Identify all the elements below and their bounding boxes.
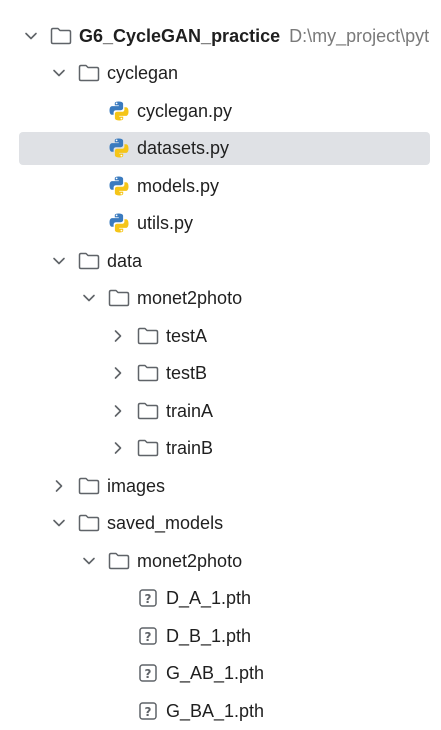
tree-row-folder[interactable]: cyclegan [0, 55, 441, 93]
chevron-down-icon[interactable] [48, 512, 70, 534]
project-tree: G6_CycleGAN_practice D:\my_project\pyt c… [0, 17, 441, 730]
chevron-down-icon[interactable] [48, 250, 70, 272]
tree-row-folder[interactable]: saved_models [0, 505, 441, 543]
tree-row-folder[interactable]: monet2photo [0, 542, 441, 580]
folder-icon [77, 475, 101, 497]
tree-row-file-selected[interactable]: datasets.py [0, 130, 441, 168]
svg-text:?: ? [145, 592, 152, 606]
tree-item-label: G_AB_1.pth [166, 663, 265, 684]
folder-icon [77, 512, 101, 534]
svg-text:?: ? [145, 630, 152, 644]
folder-icon [136, 437, 160, 459]
tree-item-label: testB [166, 363, 208, 384]
python-file-icon [107, 100, 131, 122]
tree-row-file[interactable]: ? G_AB_1.pth [0, 655, 441, 693]
project-root-path: D:\my_project\pyt [289, 25, 430, 46]
tree-item-label: trainA [166, 400, 214, 421]
folder-icon [77, 62, 101, 84]
tree-item-label: data [107, 250, 143, 271]
folder-icon [107, 287, 131, 309]
tree-row-file[interactable]: cyclegan.py [0, 92, 441, 130]
chevron-down-icon[interactable] [20, 25, 42, 47]
unknown-file-icon: ? [136, 700, 160, 722]
tree-row-folder[interactable]: data [0, 242, 441, 280]
folder-icon [77, 250, 101, 272]
folder-icon [136, 362, 160, 384]
unknown-file-icon: ? [136, 587, 160, 609]
tree-row-file[interactable]: models.py [0, 167, 441, 205]
tree-row-folder[interactable]: trainB [0, 430, 441, 468]
tree-item-label: D_B_1.pth [166, 625, 252, 646]
tree-item-label: trainB [166, 438, 214, 459]
tree-row-folder[interactable]: trainA [0, 392, 441, 430]
tree-item-label: models.py [137, 175, 220, 196]
svg-text:?: ? [145, 705, 152, 719]
chevron-right-icon[interactable] [107, 362, 129, 384]
python-file-icon [107, 212, 131, 234]
tree-item-label: utils.py [137, 213, 194, 234]
chevron-down-icon[interactable] [78, 550, 100, 572]
tree-item-label: monet2photo [137, 288, 243, 309]
tree-row-file[interactable]: utils.py [0, 205, 441, 243]
tree-item-label: datasets.py [137, 138, 230, 159]
folder-icon [136, 400, 160, 422]
tree-item-label: D_A_1.pth [166, 588, 252, 609]
tree-item-label: cyclegan.py [137, 100, 233, 121]
project-root-label: G6_CycleGAN_practice [79, 25, 281, 46]
tree-item-label: saved_models [107, 513, 224, 534]
tree-row-folder[interactable]: monet2photo [0, 280, 441, 318]
tree-row-root[interactable]: G6_CycleGAN_practice D:\my_project\pyt [0, 17, 441, 55]
tree-row-file[interactable]: ? D_B_1.pth [0, 617, 441, 655]
tree-row-file[interactable]: ? G_BA_1.pth [0, 692, 441, 730]
unknown-file-icon: ? [136, 625, 160, 647]
folder-icon [49, 25, 73, 47]
chevron-down-icon[interactable] [78, 287, 100, 309]
python-file-icon [107, 137, 131, 159]
tree-item-label: monet2photo [137, 550, 243, 571]
python-file-icon [107, 175, 131, 197]
tree-item-label: images [107, 475, 166, 496]
chevron-right-icon[interactable] [107, 325, 129, 347]
tree-row-file[interactable]: ? D_A_1.pth [0, 580, 441, 618]
tree-item-label: G_BA_1.pth [166, 700, 265, 721]
tree-item-label: testA [166, 325, 208, 346]
svg-text:?: ? [145, 667, 152, 681]
tree-row-folder[interactable]: testB [0, 355, 441, 393]
tree-row-folder[interactable]: images [0, 467, 441, 505]
chevron-right-icon[interactable] [48, 475, 70, 497]
unknown-file-icon: ? [136, 662, 160, 684]
chevron-right-icon[interactable] [107, 400, 129, 422]
folder-icon [136, 325, 160, 347]
chevron-right-icon[interactable] [107, 437, 129, 459]
tree-item-label: cyclegan [107, 63, 179, 84]
chevron-down-icon[interactable] [48, 62, 70, 84]
tree-row-folder[interactable]: testA [0, 317, 441, 355]
folder-icon [107, 550, 131, 572]
